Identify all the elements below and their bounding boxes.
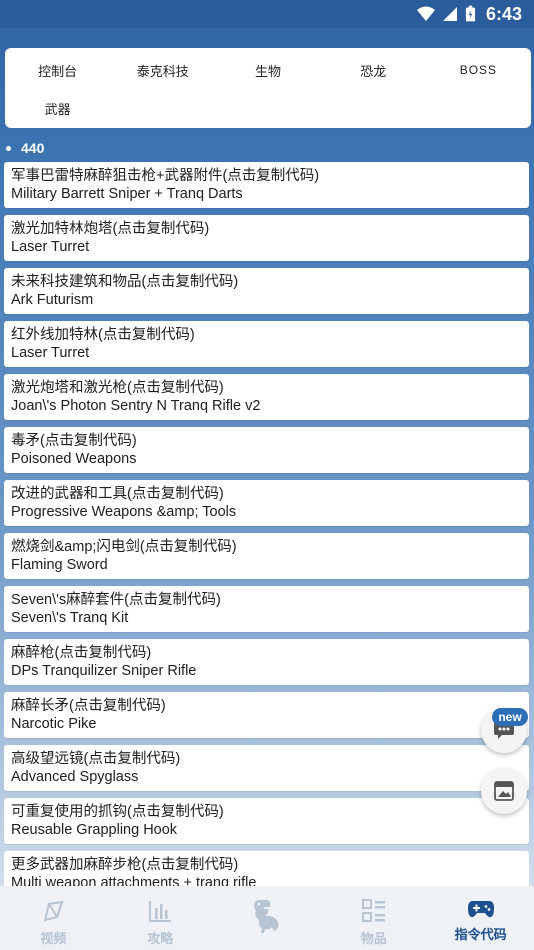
list-item[interactable]: 麻醉长矛(点击复制代码) Narcotic Pike bbox=[4, 692, 529, 738]
item-title-en: DPs Tranquilizer Sniper Rifle bbox=[11, 663, 197, 679]
category-dinosaurs[interactable]: 恐龙 bbox=[321, 50, 426, 90]
item-title-en: Multi weapon attachments + tranq rifle bbox=[11, 875, 257, 886]
result-count-value: 440 bbox=[21, 140, 45, 156]
compass-icon bbox=[44, 900, 64, 922]
bottom-nav: 视频 攻略 物品 指令代码 bbox=[0, 886, 534, 950]
code-list: 军事巴雷特麻醉狙击枪+武器附件(点击复制代码) Military Barrett… bbox=[4, 162, 529, 886]
item-title-zh: 激光炮塔和激光枪(点击复制代码) bbox=[11, 380, 224, 396]
category-boss[interactable]: BOSS bbox=[426, 50, 531, 90]
item-title-zh: 麻醉长矛(点击复制代码) bbox=[11, 698, 166, 714]
list-item[interactable]: 燃烧剑&amp;闪电剑(点击复制代码) Flaming Sword bbox=[4, 533, 529, 579]
status-time: 6:43 bbox=[485, 3, 522, 24]
item-title-zh: 麻醉枪(点击复制代码) bbox=[11, 645, 152, 661]
nav-tab-guide[interactable]: 攻略 bbox=[107, 886, 214, 950]
signal-icon bbox=[442, 7, 457, 21]
item-title-en: Laser Turret bbox=[11, 239, 90, 255]
nav-tab-items[interactable]: 物品 bbox=[320, 886, 427, 950]
dinosaur-icon bbox=[253, 900, 279, 933]
item-title-en: Seven\'s Tranq Kit bbox=[11, 610, 129, 626]
category-weapons[interactable]: 武器 bbox=[5, 90, 110, 126]
new-badge: new bbox=[492, 708, 528, 726]
list-item[interactable]: 未来科技建筑和物品(点击复制代码) Ark Futurism bbox=[4, 268, 529, 314]
item-title-zh: 毒矛(点击复制代码) bbox=[11, 433, 137, 449]
item-title-zh: 可重复使用的抓钩(点击复制代码) bbox=[11, 804, 224, 820]
list-item[interactable]: 高级望远镜(点击复制代码) Advanced Spyglass bbox=[4, 745, 529, 791]
item-title-en: Flaming Sword bbox=[11, 557, 108, 573]
item-title-en: Narcotic Pike bbox=[11, 716, 97, 732]
item-title-en: Progressive Weapons &amp; Tools bbox=[11, 504, 237, 520]
item-title-en: Joan\'s Photon Sentry N Tranq Rifle v2 bbox=[11, 398, 261, 414]
status-bar: 6:43 bbox=[0, 0, 534, 28]
item-title-en: Advanced Spyglass bbox=[11, 769, 139, 785]
grid-list-icon bbox=[361, 899, 385, 922]
gamepad-icon bbox=[467, 901, 494, 918]
nav-tab-video[interactable]: 视频 bbox=[0, 886, 107, 950]
image-fab-button[interactable] bbox=[481, 768, 527, 814]
battery-icon bbox=[465, 5, 476, 22]
item-title-zh: 红外线加特林(点击复制代码) bbox=[11, 327, 195, 343]
item-title-zh: 更多武器加麻醉步枪(点击复制代码) bbox=[11, 857, 239, 873]
item-title-zh: 激光加特林炮塔(点击复制代码) bbox=[11, 221, 210, 237]
nav-label-guide: 攻略 bbox=[147, 931, 174, 946]
item-title-zh: 未来科技建筑和物品(点击复制代码) bbox=[11, 274, 239, 290]
item-title-zh: Seven\'s麻醉套件(点击复制代码) bbox=[11, 592, 221, 608]
image-icon bbox=[494, 781, 514, 801]
item-title-en: Military Barrett Sniper + Tranq Darts bbox=[11, 186, 243, 202]
nav-label-commands: 指令代码 bbox=[454, 927, 507, 942]
list-item[interactable]: 激光加特林炮塔(点击复制代码) Laser Turret bbox=[4, 215, 529, 261]
item-title-en: Laser Turret bbox=[11, 345, 90, 361]
nav-label-video: 视频 bbox=[40, 931, 67, 946]
list-item[interactable]: 军事巴雷特麻醉狙击枪+武器附件(点击复制代码) Military Barrett… bbox=[4, 162, 529, 208]
category-tek[interactable]: 泰克科技 bbox=[110, 50, 215, 90]
item-title-zh: 军事巴雷特麻醉狙击枪+武器附件(点击复制代码) bbox=[11, 168, 320, 184]
list-item[interactable]: Seven\'s麻醉套件(点击复制代码) Seven\'s Tranq Kit bbox=[4, 586, 529, 632]
list-item[interactable]: 可重复使用的抓钩(点击复制代码) Reusable Grappling Hook bbox=[4, 798, 529, 844]
item-title-en: Reusable Grappling Hook bbox=[11, 822, 178, 838]
list-item[interactable]: 麻醉枪(点击复制代码) DPs Tranquilizer Sniper Rifl… bbox=[4, 639, 529, 685]
nav-label-items: 物品 bbox=[360, 931, 387, 946]
list-item[interactable]: 红外线加特林(点击复制代码) Laser Turret bbox=[4, 321, 529, 367]
item-title-en: Poisoned Weapons bbox=[11, 451, 137, 467]
wifi-icon bbox=[416, 6, 435, 21]
item-title-en: Ark Futurism bbox=[11, 292, 94, 308]
list-item[interactable]: 毒矛(点击复制代码) Poisoned Weapons bbox=[4, 427, 529, 473]
bullet-dot-icon bbox=[6, 145, 11, 151]
nav-tab-commands[interactable]: 指令代码 bbox=[427, 886, 534, 950]
category-panel: 控制台 泰克科技 生物 恐龙 BOSS 武器 bbox=[5, 48, 531, 128]
list-item[interactable]: 更多武器加麻醉步枪(点击复制代码) Multi weapon attachmen… bbox=[4, 851, 529, 886]
item-title-zh: 高级望远镜(点击复制代码) bbox=[11, 751, 181, 767]
category-console[interactable]: 控制台 bbox=[5, 50, 110, 90]
item-title-zh: 改进的武器和工具(点击复制代码) bbox=[11, 486, 224, 502]
list-item[interactable]: 激光炮塔和激光枪(点击复制代码) Joan\'s Photon Sentry N… bbox=[4, 374, 529, 420]
item-title-zh: 燃烧剑&amp;闪电剑(点击复制代码) bbox=[11, 539, 237, 555]
category-creatures[interactable]: 生物 bbox=[215, 50, 320, 90]
list-item[interactable]: 改进的武器和工具(点击复制代码) Progressive Weapons &am… bbox=[4, 480, 529, 526]
result-count: 440 bbox=[0, 138, 534, 158]
nav-tab-dinosaur[interactable] bbox=[214, 886, 321, 950]
bar-chart-icon bbox=[149, 901, 172, 922]
